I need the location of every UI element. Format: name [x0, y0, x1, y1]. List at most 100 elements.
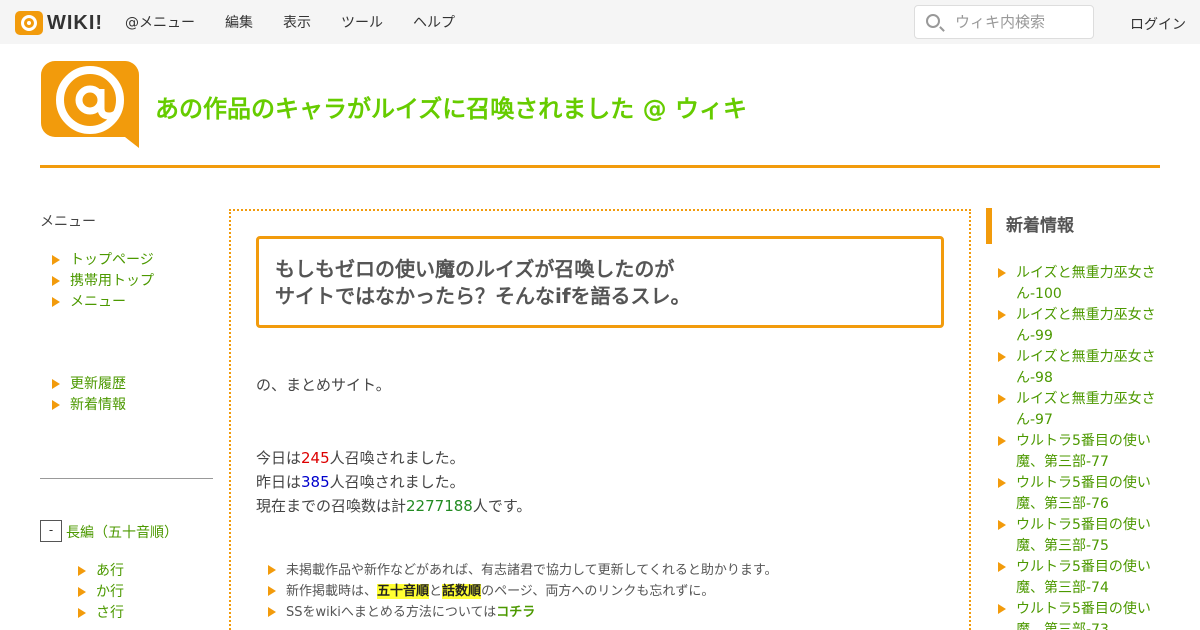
- gojuon-order-highlight: 五十音順: [377, 584, 430, 599]
- new-info-heading: 新着情報: [986, 208, 1156, 244]
- stat-label: 人召喚されました。: [329, 449, 465, 467]
- note-text: 未掲載作品や新作などがあれば、有志諸君で協力して更新してくれると助かります。: [286, 563, 778, 578]
- nav-help[interactable]: ヘルプ: [413, 12, 455, 32]
- long-series-section-link[interactable]: 長編（五十音順）: [66, 522, 178, 542]
- menu-item-ka-row[interactable]: か行: [78, 582, 124, 603]
- new-info-label: ルイズと無重力巫女さん-97: [1016, 391, 1156, 428]
- episode-order-highlight: 話数順: [442, 584, 482, 599]
- nav-tools[interactable]: ツール: [341, 12, 383, 32]
- stat-label: 今日は: [256, 449, 302, 467]
- triangle-bullet-icon: [998, 478, 1006, 488]
- triangle-bullet-icon: [268, 607, 276, 617]
- menu-item-update-history[interactable]: 更新履歴: [52, 374, 126, 395]
- new-info-label: ウルトラ5番目の使い魔、第三部-74: [1016, 559, 1151, 596]
- header-divider: [40, 165, 1160, 168]
- thread-title-box: もしもゼロの使い魔のルイズが召喚したのが サイトではなかったら？そんなifを語る…: [256, 236, 944, 328]
- yesterday-count-row: 昨日は385人召喚されました。: [256, 470, 531, 494]
- main-nav: @メニュー 編集 表示 ツール ヘルプ: [125, 0, 485, 44]
- new-info-item[interactable]: ウルトラ5番目の使い魔、第三部-74: [998, 557, 1158, 599]
- atwiki-logo[interactable]: WIKI!: [15, 11, 103, 35]
- triangle-bullet-icon: [998, 520, 1006, 530]
- new-info-item[interactable]: ルイズと無重力巫女さん-98: [998, 347, 1158, 389]
- nav-view[interactable]: 表示: [283, 12, 311, 32]
- nav-menu[interactable]: @メニュー: [125, 12, 195, 32]
- new-info-label: ルイズと無重力巫女さん-98: [1016, 349, 1156, 386]
- menu-item-menu[interactable]: メニュー: [52, 292, 154, 313]
- note-text: のページ、両方へのリンクも忘れずに。: [481, 584, 715, 599]
- menu-item-label: さ行: [96, 605, 124, 621]
- triangle-bullet-icon: [998, 394, 1006, 404]
- note-text: SSをwikiへまとめる方法については: [286, 605, 497, 620]
- triangle-bullet-icon: [52, 379, 60, 389]
- menu-group-main: トップページ 携帯用トップ メニュー: [52, 250, 154, 313]
- site-logo-icon[interactable]: [41, 61, 139, 148]
- triangle-bullet-icon: [78, 566, 86, 576]
- triangle-bullet-icon: [52, 276, 60, 286]
- note-text: と: [429, 584, 443, 599]
- stat-label: 現在までの召喚数は計: [256, 497, 407, 515]
- nav-edit[interactable]: 編集: [225, 12, 253, 32]
- new-info-label: ウルトラ5番目の使い魔、第三部-75: [1016, 517, 1151, 554]
- triangle-bullet-icon: [998, 562, 1006, 572]
- menu-item-label: あ行: [96, 563, 124, 579]
- new-info-label: ウルトラ5番目の使い魔、第三部-76: [1016, 475, 1151, 512]
- logo-text: WIKI!: [47, 11, 104, 34]
- menu-item-label: 携帯用トップ: [70, 273, 154, 289]
- new-info-label: ウルトラ5番目の使い魔、第三部-73: [1016, 601, 1151, 630]
- triangle-bullet-icon: [78, 587, 86, 597]
- triangle-bullet-icon: [998, 352, 1006, 362]
- menu-item-sa-row[interactable]: さ行: [78, 603, 124, 624]
- new-info-item[interactable]: ルイズと無重力巫女さん-99: [998, 305, 1158, 347]
- intro-text: の、まとめサイト。: [256, 376, 391, 394]
- menu-divider: [40, 478, 213, 479]
- triangle-bullet-icon: [998, 310, 1006, 320]
- stat-label: 人です。: [472, 497, 532, 515]
- note-item: 未掲載作品や新作などがあれば、有志諸君で協力して更新してくれると助かります。: [268, 560, 778, 581]
- note-text: 新作掲載時は、: [286, 584, 378, 599]
- menu-group-updates: 更新履歴 新着情報: [52, 374, 126, 416]
- login-link[interactable]: ログイン: [1130, 14, 1186, 34]
- new-info-item[interactable]: ウルトラ5番目の使い魔、第三部-77: [998, 431, 1158, 473]
- menu-item-label: 新着情報: [70, 397, 126, 413]
- collapse-toggle-button[interactable]: -: [40, 520, 62, 542]
- new-info-label: ルイズと無重力巫女さん-100: [1016, 265, 1156, 302]
- menu-item-label: 更新履歴: [70, 376, 126, 392]
- triangle-bullet-icon: [998, 436, 1006, 446]
- menu-item-label: メニュー: [70, 294, 126, 310]
- top-navigation-bar: WIKI! @メニュー 編集 表示 ツール ヘルプ ログイン: [0, 0, 1200, 44]
- site-title[interactable]: あの作品のキャラがルイズに召喚されました @ ウィキ: [155, 89, 747, 124]
- menu-item-top-page[interactable]: トップページ: [52, 250, 154, 271]
- new-info-item[interactable]: ウルトラ5番目の使い魔、第三部-76: [998, 473, 1158, 515]
- new-info-list: ルイズと無重力巫女さん-100 ルイズと無重力巫女さん-99 ルイズと無重力巫女…: [998, 263, 1158, 630]
- search-icon[interactable]: [926, 14, 940, 28]
- triangle-bullet-icon: [78, 608, 86, 618]
- triangle-bullet-icon: [52, 255, 60, 265]
- menu-item-mobile-top[interactable]: 携帯用トップ: [52, 271, 154, 292]
- thread-title-line1: もしもゼロの使い魔のルイズが召喚したのが: [275, 257, 675, 281]
- new-info-label: ルイズと無重力巫女さん-99: [1016, 307, 1156, 344]
- at-sign-icon: [15, 11, 43, 35]
- note-item: 新作掲載時は、五十音順と話数順のページ、両方へのリンクも忘れずに。: [268, 581, 778, 602]
- menu-group-kana: あ行 か行 さ行: [78, 561, 124, 624]
- menu-item-a-row[interactable]: あ行: [78, 561, 124, 582]
- new-info-item[interactable]: ルイズと無重力巫女さん-100: [998, 263, 1158, 305]
- triangle-bullet-icon: [52, 400, 60, 410]
- menu-item-new-info[interactable]: 新着情報: [52, 395, 126, 416]
- thread-title-line2: サイトではなかったら？そんなifを語るスレ。: [275, 284, 691, 308]
- stat-label: 昨日は: [256, 473, 302, 491]
- menu-item-label: か行: [96, 584, 124, 600]
- notes-list: 未掲載作品や新作などがあれば、有志諸君で協力して更新してくれると助かります。 新…: [268, 560, 778, 623]
- howto-link[interactable]: コチラ: [496, 605, 535, 620]
- wiki-search-input[interactable]: [955, 11, 1085, 33]
- stat-label: 人召喚されました。: [329, 473, 465, 491]
- new-info-item[interactable]: ウルトラ5番目の使い魔、第三部-73: [998, 599, 1158, 630]
- total-count-row: 現在までの召喚数は計2277188人です。: [256, 494, 531, 518]
- menu-item-label: トップページ: [70, 252, 154, 268]
- new-info-item[interactable]: ルイズと無重力巫女さん-97: [998, 389, 1158, 431]
- today-count-row: 今日は245人召喚されました。: [256, 446, 531, 470]
- total-count: 2277188: [406, 497, 473, 515]
- today-count: 245: [301, 449, 330, 467]
- new-info-item[interactable]: ウルトラ5番目の使い魔、第三部-75: [998, 515, 1158, 557]
- triangle-bullet-icon: [998, 268, 1006, 278]
- triangle-bullet-icon: [268, 565, 276, 575]
